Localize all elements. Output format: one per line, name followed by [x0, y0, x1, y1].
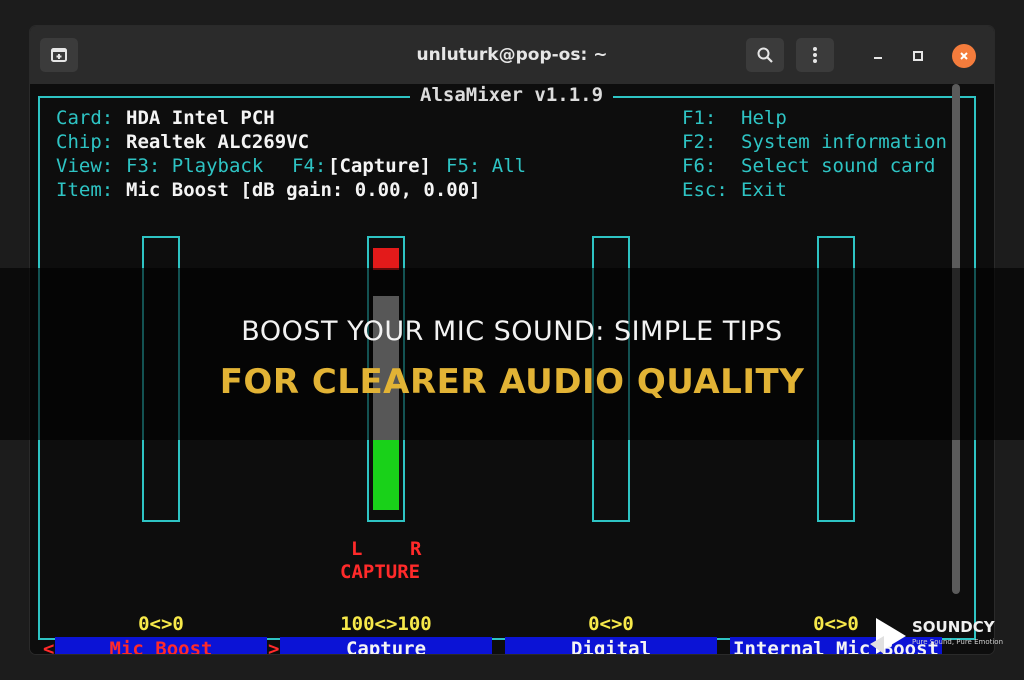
maximize-button[interactable] — [906, 44, 930, 68]
minimize-icon — [874, 57, 882, 59]
capture-value: 100<>100 — [340, 613, 432, 635]
close-icon — [960, 52, 968, 60]
key-f6-desc[interactable]: Select sound card — [741, 154, 935, 178]
view-f4-capture[interactable]: [Capture] — [328, 154, 431, 178]
key-f1-desc[interactable]: Help — [741, 106, 787, 130]
brand-logo: SOUNDCY Pure Sound, Pure Emotion — [868, 614, 1018, 660]
mic-boost-label[interactable]: Mic Boost — [55, 637, 267, 654]
chip-label: Chip: — [56, 131, 114, 153]
card-value: HDA Intel PCH — [126, 107, 275, 129]
brand-tagline: Pure Sound, Pure Emotion — [912, 638, 1004, 646]
search-icon — [757, 47, 773, 63]
select-right-marker: > — [268, 638, 280, 654]
headline-line-2: FOR CLEARER AUDIO QUALITY — [219, 362, 805, 402]
item-label: Item: — [56, 179, 114, 201]
maximize-icon — [913, 51, 923, 61]
close-button[interactable] — [952, 44, 976, 68]
window-title: unluturk@pop-os: ~ — [416, 45, 608, 65]
capture-tag: CAPTURE — [340, 561, 421, 583]
capture-level-green — [373, 440, 399, 510]
digital-value: 0<>0 — [588, 613, 634, 635]
kebab-menu-icon — [813, 47, 817, 63]
key-f6: F6: — [682, 155, 717, 177]
key-esc: Esc: — [682, 179, 728, 201]
view-label: View: — [56, 155, 114, 177]
capture-level-red — [373, 248, 399, 270]
capture-label[interactable]: Capture — [280, 637, 492, 654]
capture-right-channel: R — [410, 538, 422, 560]
chip-value: Realtek ALC269VC — [126, 131, 310, 153]
title-bar: unluturk@pop-os: ~ — [30, 26, 994, 84]
view-f5-all[interactable]: F5: All — [446, 154, 526, 178]
search-button[interactable] — [746, 38, 784, 72]
minimize-button[interactable] — [866, 44, 890, 68]
key-esc-desc[interactable]: Exit — [741, 178, 787, 202]
headline-line-1: BOOST YOUR MIC SOUND: SIMPLE TIPS — [241, 316, 783, 347]
key-f2: F2: — [682, 131, 717, 153]
menu-button[interactable] — [796, 38, 834, 72]
play-logo-icon — [870, 618, 906, 654]
headline-overlay — [0, 268, 1024, 440]
card-label: Card: — [56, 107, 114, 129]
item-value: Mic Boost [dB gain: 0.00, 0.00] — [126, 179, 481, 201]
capture-left-channel: L — [351, 538, 363, 560]
view-f3-playback[interactable]: F3: Playback — [126, 154, 263, 178]
brand-name: SOUNDCY — [912, 618, 995, 636]
digital-label[interactable]: Digital — [505, 637, 717, 654]
key-f2-desc[interactable]: System information — [741, 130, 947, 154]
mic-boost-value: 0<>0 — [138, 613, 184, 635]
view-f4-label: F4: — [292, 155, 327, 177]
key-f1: F1: — [682, 107, 717, 129]
select-left-marker: < — [43, 638, 55, 654]
alsamixer-title: AlsaMixer v1.1.9 — [410, 84, 614, 106]
